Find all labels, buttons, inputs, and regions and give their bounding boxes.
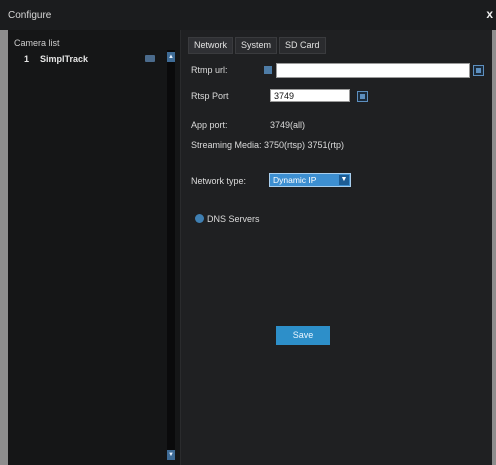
chevron-down-icon: ▼: [339, 175, 349, 185]
camera-list-scrollbar[interactable]: ▲ ▼: [167, 50, 175, 460]
rtmp-enable-checkbox[interactable]: [264, 66, 272, 74]
camera-list-title: Camera list: [14, 38, 60, 48]
rtsp-port-label: Rtsp Port: [191, 91, 229, 101]
network-type-select[interactable]: Dynamic IP ▼: [269, 173, 351, 187]
tab-network[interactable]: Network: [188, 37, 234, 54]
window-title: Configure: [8, 10, 52, 21]
rtsp-apply-icon[interactable]: [357, 91, 368, 102]
app-port-value: 3749(all): [270, 120, 306, 130]
network-settings-panel: Network System SD Card Rtmp url: Rtsp Po…: [188, 30, 488, 465]
save-button[interactable]: Save: [276, 326, 330, 345]
camera-name: SimplTrack: [40, 54, 89, 64]
streaming-media-value: 3750(rtsp) 3751(rtp): [264, 140, 345, 150]
network-type-label: Network type:: [191, 176, 247, 186]
rtmp-apply-icon[interactable]: [473, 65, 484, 76]
title-bar: Configure x: [0, 0, 496, 30]
camera-icon: [145, 55, 155, 62]
rtmp-url-label: Rtmp url:: [191, 65, 228, 75]
camera-list-panel: Camera list 1 SimplTrack ▲ ▼: [8, 30, 181, 465]
camera-number: 1: [24, 54, 30, 64]
scroll-up-icon[interactable]: ▲: [167, 52, 175, 62]
camera-list-item[interactable]: 1 SimplTrack: [8, 50, 168, 66]
network-type-value: Dynamic IP: [273, 175, 317, 185]
settings-tabs: Network System SD Card: [188, 37, 326, 54]
tab-sd-card[interactable]: SD Card: [279, 37, 326, 54]
close-icon[interactable]: x: [486, 7, 493, 21]
configure-window: Camera list 1 SimplTrack ▲ ▼ Network Sys…: [8, 30, 492, 465]
streaming-media-label: Streaming Media:: [191, 140, 262, 150]
rtsp-port-input[interactable]: 3749: [270, 89, 350, 102]
dns-servers-radio[interactable]: [195, 214, 204, 223]
app-port-label: App port:: [191, 120, 228, 130]
rtmp-url-input[interactable]: [276, 63, 470, 78]
dns-servers-label: DNS Servers: [207, 214, 260, 224]
scroll-down-icon[interactable]: ▼: [167, 450, 175, 460]
tab-system[interactable]: System: [235, 37, 278, 54]
